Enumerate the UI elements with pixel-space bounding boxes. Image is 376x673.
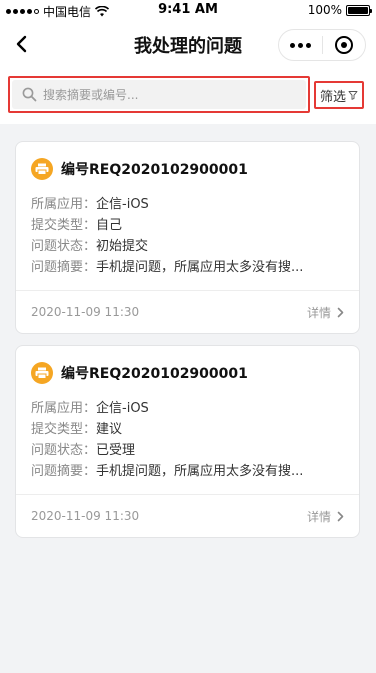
detail-link[interactable]: 详情 (307, 304, 344, 321)
field-value: 初始提交 (96, 239, 149, 254)
issue-card[interactable]: 编号REQ2020102900001 所属应用：企信-iOS 提交类型：自己 问… (15, 141, 360, 334)
chevron-right-icon (337, 307, 344, 318)
field-label: 问题状态： (31, 443, 97, 458)
field-app: 所属应用：企信-iOS (31, 194, 303, 215)
search-box (8, 76, 310, 113)
card-datetime: 2020-11-09 11:30 (31, 509, 140, 523)
close-miniprogram-button[interactable] (323, 30, 366, 60)
more-button[interactable] (279, 30, 322, 60)
issue-card[interactable]: 编号REQ2020102900001 所属应用：企信-iOS 提交类型：建议 问… (15, 345, 360, 538)
field-label: 问题状态： (31, 239, 97, 254)
detail-label: 详情 (306, 510, 331, 524)
field-label: 所属应用： (31, 401, 97, 416)
search-icon (22, 87, 37, 102)
card-datetime: 2020-11-09 11:30 (31, 305, 140, 319)
card-title: 编号REQ2020102900001 (61, 162, 248, 178)
mini-program-capsule (278, 29, 366, 61)
field-status: 问题状态：初始提交 (31, 236, 303, 257)
search-area: 筛选 (0, 68, 376, 124)
field-value: 自己 (96, 218, 123, 233)
target-icon (334, 36, 353, 54)
card-header: 编号REQ2020102900001 (31, 362, 248, 384)
card-header: 编号REQ2020102900001 (31, 158, 248, 180)
detail-link[interactable]: 详情 (307, 508, 344, 525)
search-input[interactable] (43, 87, 283, 102)
printer-icon (31, 158, 53, 180)
field-value: 企信-iOS (96, 197, 149, 212)
field-type: 提交类型：建议 (31, 419, 303, 440)
battery-icon (346, 4, 372, 16)
field-value: 手机提问题，所属应用太多没有搜... (96, 260, 304, 275)
filter-button[interactable]: 筛选 (314, 81, 364, 109)
status-right: 100% (307, 3, 372, 17)
card-footer: 2020-11-09 11:30 详情 (31, 506, 344, 526)
field-status: 问题状态：已受理 (31, 440, 303, 461)
field-value: 手机提问题，所属应用太多没有搜... (96, 464, 304, 479)
field-label: 提交类型： (31, 422, 97, 437)
detail-label: 详情 (306, 306, 331, 320)
more-icon (289, 42, 311, 48)
filter-label: 筛选 (319, 89, 346, 105)
card-divider (16, 494, 359, 495)
printer-icon (31, 362, 53, 384)
field-label: 所属应用： (31, 197, 97, 212)
field-label: 问题摘要： (31, 464, 97, 479)
field-value: 企信-iOS (96, 401, 149, 416)
field-summary: 问题摘要：手机提问题，所属应用太多没有搜... (31, 257, 303, 278)
card-title: 编号REQ2020102900001 (61, 366, 248, 382)
field-label: 问题摘要： (31, 260, 97, 275)
field-label: 提交类型： (31, 218, 97, 233)
battery-fill (348, 6, 368, 14)
card-divider (16, 290, 359, 291)
field-summary: 问题摘要：手机提问题，所属应用太多没有搜... (31, 461, 303, 482)
card-fields: 所属应用：企信-iOS 提交类型：建议 问题状态：已受理 问题摘要：手机提问题，… (31, 398, 303, 482)
nav-bar: 我处理的问题 (0, 20, 376, 68)
search-field-container (12, 80, 306, 109)
battery-percent: 100% (307, 3, 342, 17)
card-fields: 所属应用：企信-iOS 提交类型：自己 问题状态：初始提交 问题摘要：手机提问题… (31, 194, 303, 278)
chevron-right-icon (337, 511, 344, 522)
field-app: 所属应用：企信-iOS (31, 398, 303, 419)
funnel-icon (348, 91, 358, 100)
field-value: 已受理 (96, 443, 136, 458)
field-type: 提交类型：自己 (31, 215, 303, 236)
card-footer: 2020-11-09 11:30 详情 (31, 302, 344, 322)
field-value: 建议 (96, 422, 123, 437)
status-bar: 中国电信 9:41 AM 100% (0, 0, 376, 20)
